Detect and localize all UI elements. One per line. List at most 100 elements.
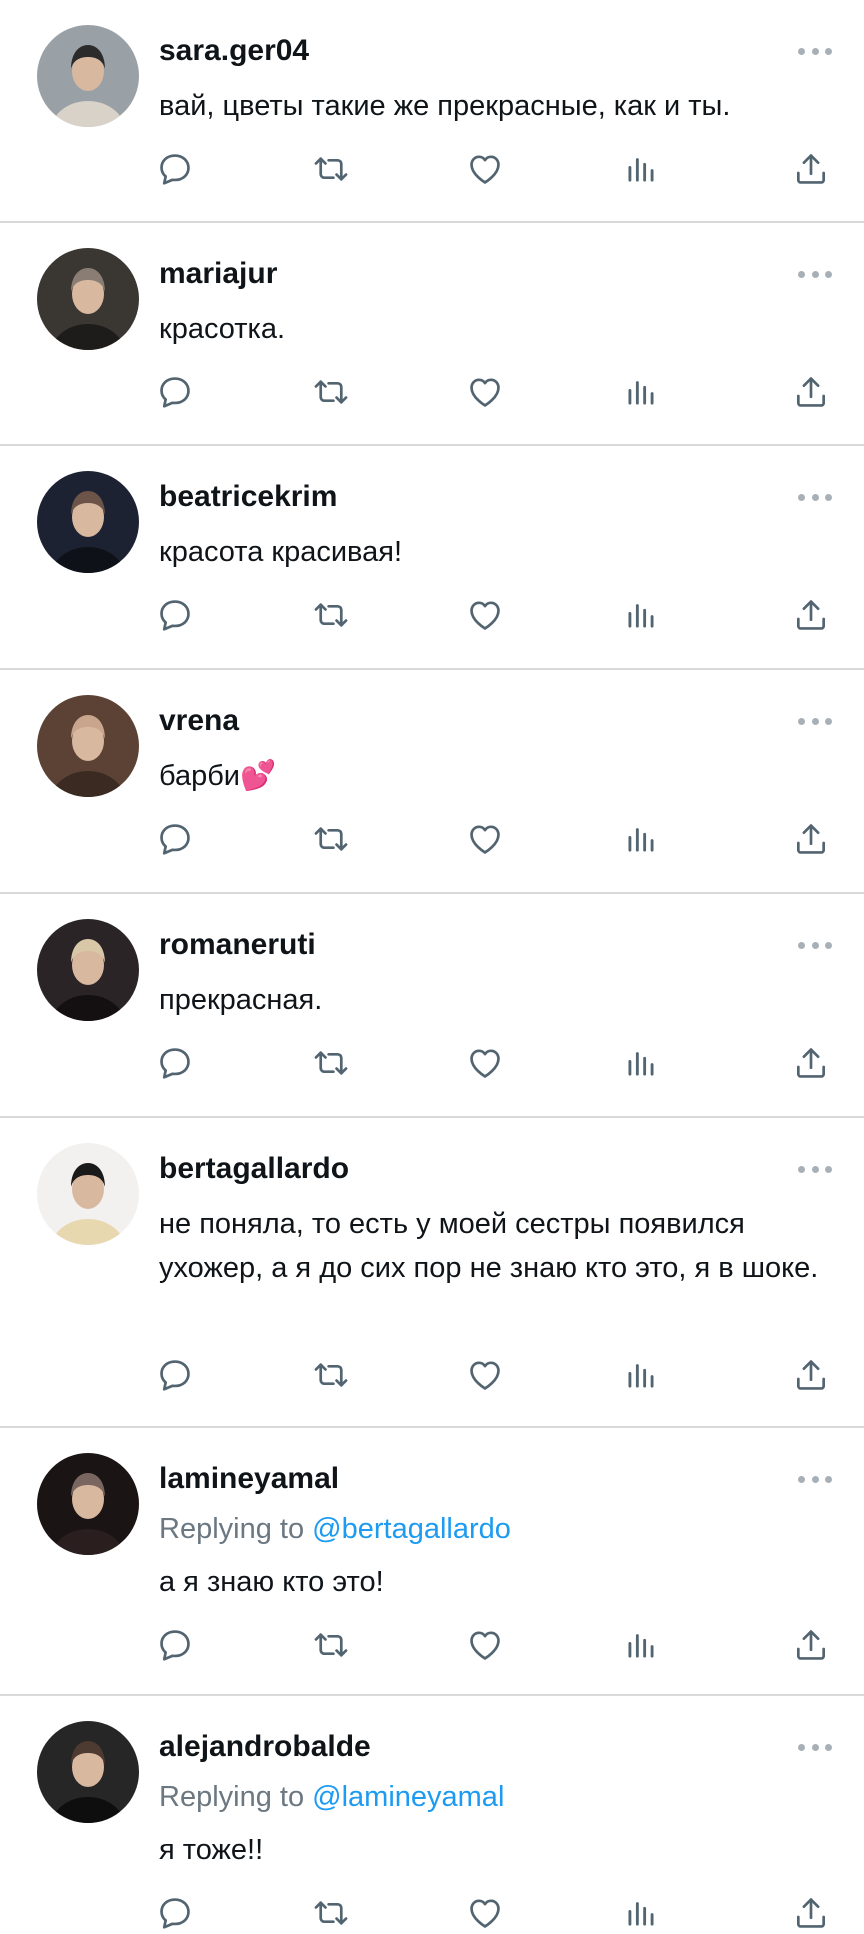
reply-text: а я знаю кто это! xyxy=(159,1566,384,1598)
views-icon xyxy=(622,1356,660,1394)
more-options-icon[interactable] xyxy=(798,43,832,59)
reply-button[interactable] xyxy=(156,1356,194,1394)
share-button[interactable] xyxy=(792,150,830,188)
action-bar xyxy=(0,1356,864,1396)
like-button[interactable] xyxy=(466,150,504,188)
reply-text: прекрасная. xyxy=(159,984,323,1016)
share-button[interactable] xyxy=(792,596,830,634)
like-icon xyxy=(466,1894,504,1932)
avatar[interactable] xyxy=(37,1453,139,1555)
like-button[interactable] xyxy=(466,596,504,634)
like-button[interactable] xyxy=(466,1044,504,1082)
views-button[interactable] xyxy=(622,820,660,858)
avatar[interactable] xyxy=(37,919,139,1021)
views-button[interactable] xyxy=(622,1626,660,1664)
share-button[interactable] xyxy=(792,1356,830,1394)
username[interactable]: romaneruti xyxy=(159,928,316,962)
username[interactable]: alejandrobalde xyxy=(159,1730,371,1764)
more-options-icon[interactable] xyxy=(798,1471,832,1487)
more-options-icon[interactable] xyxy=(798,1739,832,1755)
reply-icon xyxy=(156,150,194,188)
avatar[interactable] xyxy=(37,25,139,127)
retweet-button[interactable] xyxy=(312,1626,350,1664)
action-bar xyxy=(0,373,864,413)
views-button[interactable] xyxy=(622,1044,660,1082)
views-button[interactable] xyxy=(622,1894,660,1932)
reply-button[interactable] xyxy=(156,1894,194,1932)
retweet-button[interactable] xyxy=(312,150,350,188)
share-button[interactable] xyxy=(792,1626,830,1664)
reply-icon xyxy=(156,1894,194,1932)
reply-button[interactable] xyxy=(156,373,194,411)
views-icon xyxy=(622,150,660,188)
username[interactable]: vrena xyxy=(159,704,239,738)
share-button[interactable] xyxy=(792,1044,830,1082)
reply-icon xyxy=(156,373,194,411)
reply-text: барби💕 xyxy=(159,760,277,792)
retweet-button[interactable] xyxy=(312,596,350,634)
more-options-icon[interactable] xyxy=(798,713,832,729)
action-bar xyxy=(0,1626,864,1666)
avatar[interactable] xyxy=(37,695,139,797)
retweet-icon xyxy=(312,1626,350,1664)
views-button[interactable] xyxy=(622,373,660,411)
share-icon xyxy=(792,1044,830,1082)
replying-to-handle[interactable]: @bertagallardo xyxy=(312,1513,511,1545)
avatar[interactable] xyxy=(37,1143,139,1245)
reply-button[interactable] xyxy=(156,1626,194,1664)
views-button[interactable] xyxy=(622,150,660,188)
share-icon xyxy=(792,150,830,188)
more-options-icon[interactable] xyxy=(798,266,832,282)
divider xyxy=(0,444,864,446)
reply-icon xyxy=(156,596,194,634)
avatar[interactable] xyxy=(37,471,139,573)
like-button[interactable] xyxy=(466,820,504,858)
views-icon xyxy=(622,1044,660,1082)
reply-button[interactable] xyxy=(156,150,194,188)
action-bar xyxy=(0,150,864,190)
avatar[interactable] xyxy=(37,1721,139,1823)
more-options-icon[interactable] xyxy=(798,489,832,505)
like-button[interactable] xyxy=(466,1356,504,1394)
share-button[interactable] xyxy=(792,1894,830,1932)
more-options-icon[interactable] xyxy=(798,1161,832,1177)
avatar[interactable] xyxy=(37,248,139,350)
reply-button[interactable] xyxy=(156,820,194,858)
username[interactable]: bertagallardo xyxy=(159,1152,349,1186)
views-button[interactable] xyxy=(622,1356,660,1394)
reply-button[interactable] xyxy=(156,1044,194,1082)
views-icon xyxy=(622,373,660,411)
divider xyxy=(0,1694,864,1696)
retweet-button[interactable] xyxy=(312,1044,350,1082)
username[interactable]: lamineyamal xyxy=(159,1462,339,1496)
like-icon xyxy=(466,820,504,858)
retweet-button[interactable] xyxy=(312,373,350,411)
like-button[interactable] xyxy=(466,1894,504,1932)
share-button[interactable] xyxy=(792,820,830,858)
retweet-icon xyxy=(312,1894,350,1932)
like-button[interactable] xyxy=(466,373,504,411)
retweet-button[interactable] xyxy=(312,1356,350,1394)
views-icon xyxy=(622,820,660,858)
username[interactable]: sara.ger04 xyxy=(159,34,309,68)
share-icon xyxy=(792,1626,830,1664)
reply-text: красотка. xyxy=(159,313,286,345)
like-icon xyxy=(466,1356,504,1394)
reply-icon xyxy=(156,1044,194,1082)
replying-to-line: Replying to @lamineyamal xyxy=(159,1780,504,1814)
share-button[interactable] xyxy=(792,373,830,411)
reply-icon xyxy=(156,820,194,858)
username[interactable]: beatricekrim xyxy=(159,480,337,514)
username[interactable]: mariajur xyxy=(159,257,277,291)
reply-text: вай, цветы такие же прекрасные, как и ты… xyxy=(159,90,731,122)
retweet-button[interactable] xyxy=(312,820,350,858)
retweet-button[interactable] xyxy=(312,1894,350,1932)
like-button[interactable] xyxy=(466,1626,504,1664)
retweet-icon xyxy=(312,820,350,858)
views-button[interactable] xyxy=(622,596,660,634)
action-bar xyxy=(0,1894,864,1934)
replying-to-handle[interactable]: @lamineyamal xyxy=(312,1781,504,1813)
like-icon xyxy=(466,1044,504,1082)
reply-button[interactable] xyxy=(156,596,194,634)
more-options-icon[interactable] xyxy=(798,937,832,953)
